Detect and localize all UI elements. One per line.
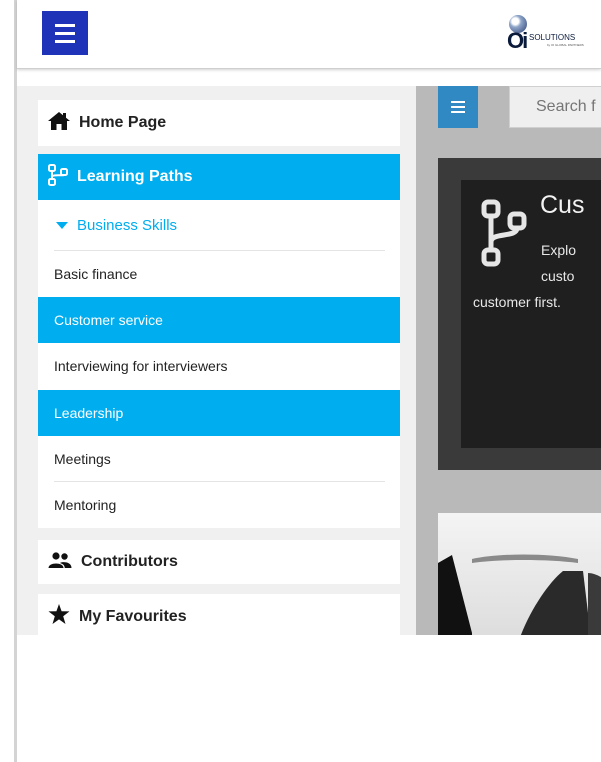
course-card[interactable] (438, 513, 601, 635)
users-icon (48, 551, 72, 573)
card-title: Cus (540, 191, 585, 219)
hamburger-icon-line (55, 40, 75, 43)
top-bar: Oi SOLUTIONS by OI GLOBAL PARTNERS (17, 0, 601, 69)
sidebar-item-label: Home Page (79, 114, 167, 131)
path-item-basic-finance[interactable]: Basic finance (38, 251, 400, 297)
empty-area (17, 635, 601, 762)
caret-down-icon (56, 221, 68, 229)
path-item-mentoring[interactable]: Mentoring (38, 482, 400, 528)
menu-icon-line (451, 111, 465, 113)
path-item-label: Interviewing for interviewers (54, 358, 228, 374)
content-menu-button[interactable] (438, 86, 478, 128)
path-item-customer-service[interactable]: Customer service (38, 297, 400, 343)
main-content: Cus Explo custo customer first. (416, 86, 601, 635)
search-box[interactable] (509, 86, 601, 128)
sidebar-item-home[interactable]: Home Page (38, 100, 400, 146)
logo-mark: Oi (507, 28, 528, 53)
logo-tagline: by OI GLOBAL PARTNERS (547, 43, 584, 47)
path-item-meetings[interactable]: Meetings (38, 436, 400, 482)
learning-path-card[interactable]: Cus Explo custo customer first. (438, 158, 601, 470)
card-description: customer first. (473, 294, 561, 310)
path-item-interviewing[interactable]: Interviewing for interviewers (38, 343, 400, 389)
path-item-label: Meetings (54, 451, 111, 467)
course-card-image (438, 513, 601, 635)
path-item-leadership[interactable]: Leadership (38, 390, 400, 436)
hamburger-icon-line (55, 24, 75, 27)
logo-word: SOLUTIONS (529, 33, 576, 42)
hamburger-icon-line (55, 32, 75, 35)
path-item-label: Leadership (54, 405, 124, 421)
search-input[interactable] (536, 98, 601, 116)
branch-icon (48, 163, 68, 191)
group-label: Business Skills (77, 216, 178, 234)
star-icon (48, 604, 70, 630)
contributors-panel: Contributors (38, 540, 400, 584)
sidebar: Home Page Learning Paths Business Skills… (17, 86, 416, 635)
home-panel: Home Page (38, 100, 400, 146)
branch-icon (480, 198, 528, 273)
sidebar-item-label: Contributors (81, 553, 178, 570)
group-business-skills[interactable]: Business Skills (38, 200, 400, 250)
card-description: Explo (541, 242, 577, 258)
sidebar-item-favourites[interactable]: My Favourites (38, 594, 400, 635)
path-item-label: Basic finance (54, 266, 138, 282)
sidebar-item-contributors[interactable]: Contributors (38, 540, 400, 584)
brand-logo[interactable]: Oi SOLUTIONS by OI GLOBAL PARTNERS (507, 12, 601, 53)
favourites-panel: My Favourites (38, 594, 400, 635)
sidebar-item-label: My Favourites (79, 608, 187, 625)
sidebar-item-learning-paths[interactable]: Learning Paths (38, 154, 400, 200)
menu-icon-line (451, 101, 465, 103)
menu-icon-line (451, 106, 465, 108)
left-rail (0, 0, 17, 762)
main-menu-button[interactable] (42, 11, 88, 55)
path-item-label: Mentoring (54, 497, 117, 513)
home-icon (48, 111, 70, 135)
path-item-label: Customer service (54, 312, 163, 328)
learning-paths-panel: Learning Paths Business Skills Basic fin… (38, 154, 400, 528)
card-description: custo (541, 268, 575, 284)
sidebar-item-label: Learning Paths (77, 168, 193, 185)
